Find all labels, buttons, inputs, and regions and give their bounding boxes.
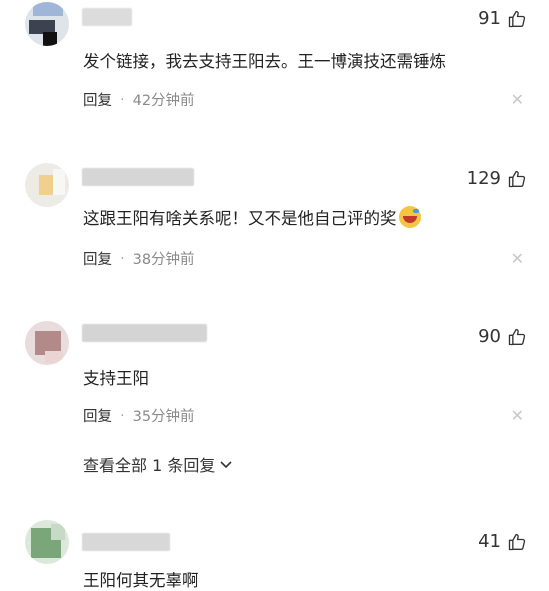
close-icon[interactable]: ✕ — [511, 90, 524, 109]
reply-button[interactable]: 回复 — [83, 248, 112, 269]
separator-dot: · — [120, 91, 125, 108]
timestamp: 38分钟前 — [132, 252, 195, 268]
like-button[interactable]: 90 — [478, 326, 527, 347]
thumb-up-icon — [508, 533, 526, 550]
comment-meta: 回复 · 38分钟前 — [83, 248, 195, 269]
like-count: 91 — [478, 8, 501, 29]
separator-dot: · — [120, 250, 125, 267]
comment-text-row: 这跟王阳有啥关系呢！又不是他自己评的奖 — [83, 205, 421, 229]
comment-meta: 回复 · 42分钟前 — [83, 89, 195, 110]
chevron-down-icon — [220, 461, 232, 469]
username-blurred[interactable] — [82, 8, 132, 26]
timestamp: 35分钟前 — [132, 409, 195, 425]
username-blurred[interactable] — [82, 168, 194, 186]
avatar[interactable] — [25, 2, 69, 46]
close-icon[interactable]: ✕ — [511, 249, 524, 268]
thumb-up-icon — [508, 170, 526, 187]
avatar[interactable] — [25, 163, 69, 207]
thumb-up-icon — [508, 328, 526, 345]
comment-text: 发个链接，我去支持王阳去。王一博演技还需锤炼 — [83, 52, 446, 71]
avatar[interactable] — [25, 321, 69, 365]
comment-meta: 回复 · 35分钟前 — [83, 405, 195, 426]
like-button[interactable]: 41 — [478, 531, 527, 552]
view-replies-label: 查看全部 1 条回复 — [83, 456, 216, 475]
like-button[interactable]: 129 — [467, 168, 527, 189]
comment-text: 这跟王阳有啥关系呢！又不是他自己评的奖 — [83, 209, 397, 228]
separator-dot: · — [120, 407, 125, 424]
like-count: 41 — [478, 531, 501, 552]
thumb-up-icon — [508, 10, 526, 27]
like-count: 129 — [466, 168, 501, 189]
comment-text: 王阳何其无辜啊 — [83, 571, 199, 590]
like-count: 90 — [478, 326, 501, 347]
username-blurred[interactable] — [82, 533, 170, 551]
reply-button[interactable]: 回复 — [83, 89, 112, 110]
comment-text: 支持王阳 — [83, 369, 149, 388]
laughing-crying-emoji-icon — [398, 206, 421, 228]
view-all-replies-link[interactable]: 查看全部 1 条回复 — [83, 452, 233, 476]
username-blurred[interactable] — [82, 324, 207, 342]
avatar[interactable] — [25, 520, 69, 564]
like-button[interactable]: 91 — [478, 8, 527, 29]
close-icon[interactable]: ✕ — [511, 406, 524, 425]
timestamp: 42分钟前 — [132, 93, 195, 109]
reply-button[interactable]: 回复 — [83, 405, 112, 426]
